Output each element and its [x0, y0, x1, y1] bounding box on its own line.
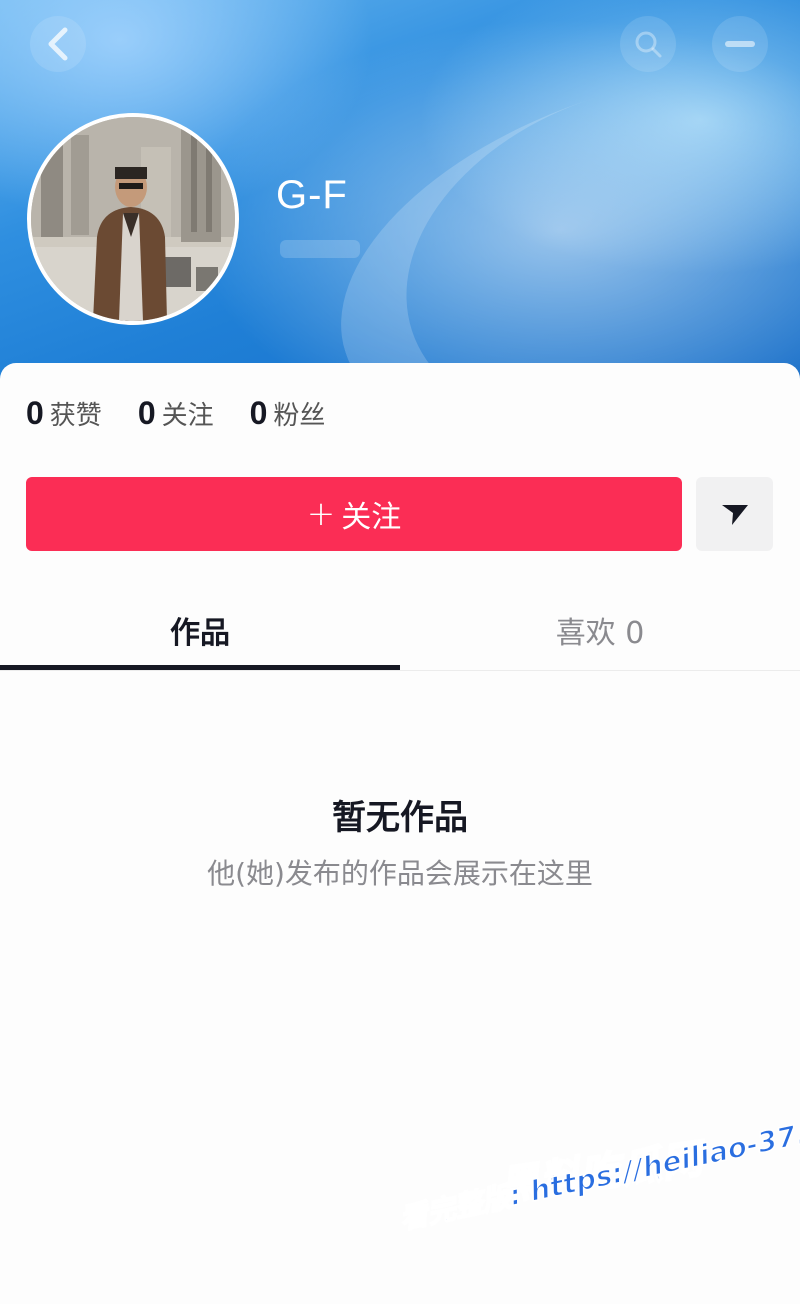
stat-followers[interactable]: 0 粉丝: [250, 395, 326, 432]
content-tabs: 作品 喜欢 0: [0, 590, 800, 671]
profile-banner: G-F: [0, 0, 800, 510]
avatar[interactable]: [27, 113, 239, 325]
stat-following-value: 0: [137, 395, 156, 431]
username: G-F: [276, 173, 348, 217]
recommend-dropdown-button[interactable]: [696, 477, 773, 551]
stat-likes[interactable]: 0 获赞: [26, 395, 102, 432]
plus-icon: +: [306, 494, 336, 534]
more-icon: [725, 41, 755, 47]
follow-button-label: 关注: [341, 500, 402, 535]
profile-page: G-F 0 获赞 0 关注 0 粉丝 + 关注 作品 喜欢 0 暂无作品 他(她…: [0, 0, 800, 1304]
stat-following[interactable]: 0 关注: [138, 395, 214, 432]
avatar-photo: [31, 117, 235, 321]
follow-button[interactable]: + 关注: [26, 477, 682, 551]
chevron-left-icon: [48, 27, 68, 61]
tab-likes[interactable]: 喜欢 0: [400, 590, 800, 670]
user-id-blurred: [280, 240, 360, 258]
search-icon: [635, 31, 662, 58]
empty-state-subtitle: 他(她)发布的作品会展示在这里: [207, 857, 593, 890]
search-button[interactable]: [620, 16, 676, 72]
stat-followers-value: 0: [249, 395, 268, 431]
stat-followers-label: 粉丝: [273, 401, 326, 431]
stats-row: 0 获赞 0 关注 0 粉丝: [26, 395, 361, 432]
back-button[interactable]: [30, 16, 86, 72]
active-tab-indicator: [0, 665, 400, 670]
stat-following-label: 关注: [161, 401, 214, 431]
empty-state-title: 暂无作品: [332, 798, 468, 838]
tab-works[interactable]: 作品: [0, 590, 400, 670]
stat-likes-value: 0: [26, 395, 44, 431]
more-button[interactable]: [712, 16, 768, 72]
triangle-down-icon: [721, 505, 748, 525]
stat-likes-label: 获赞: [49, 401, 102, 431]
